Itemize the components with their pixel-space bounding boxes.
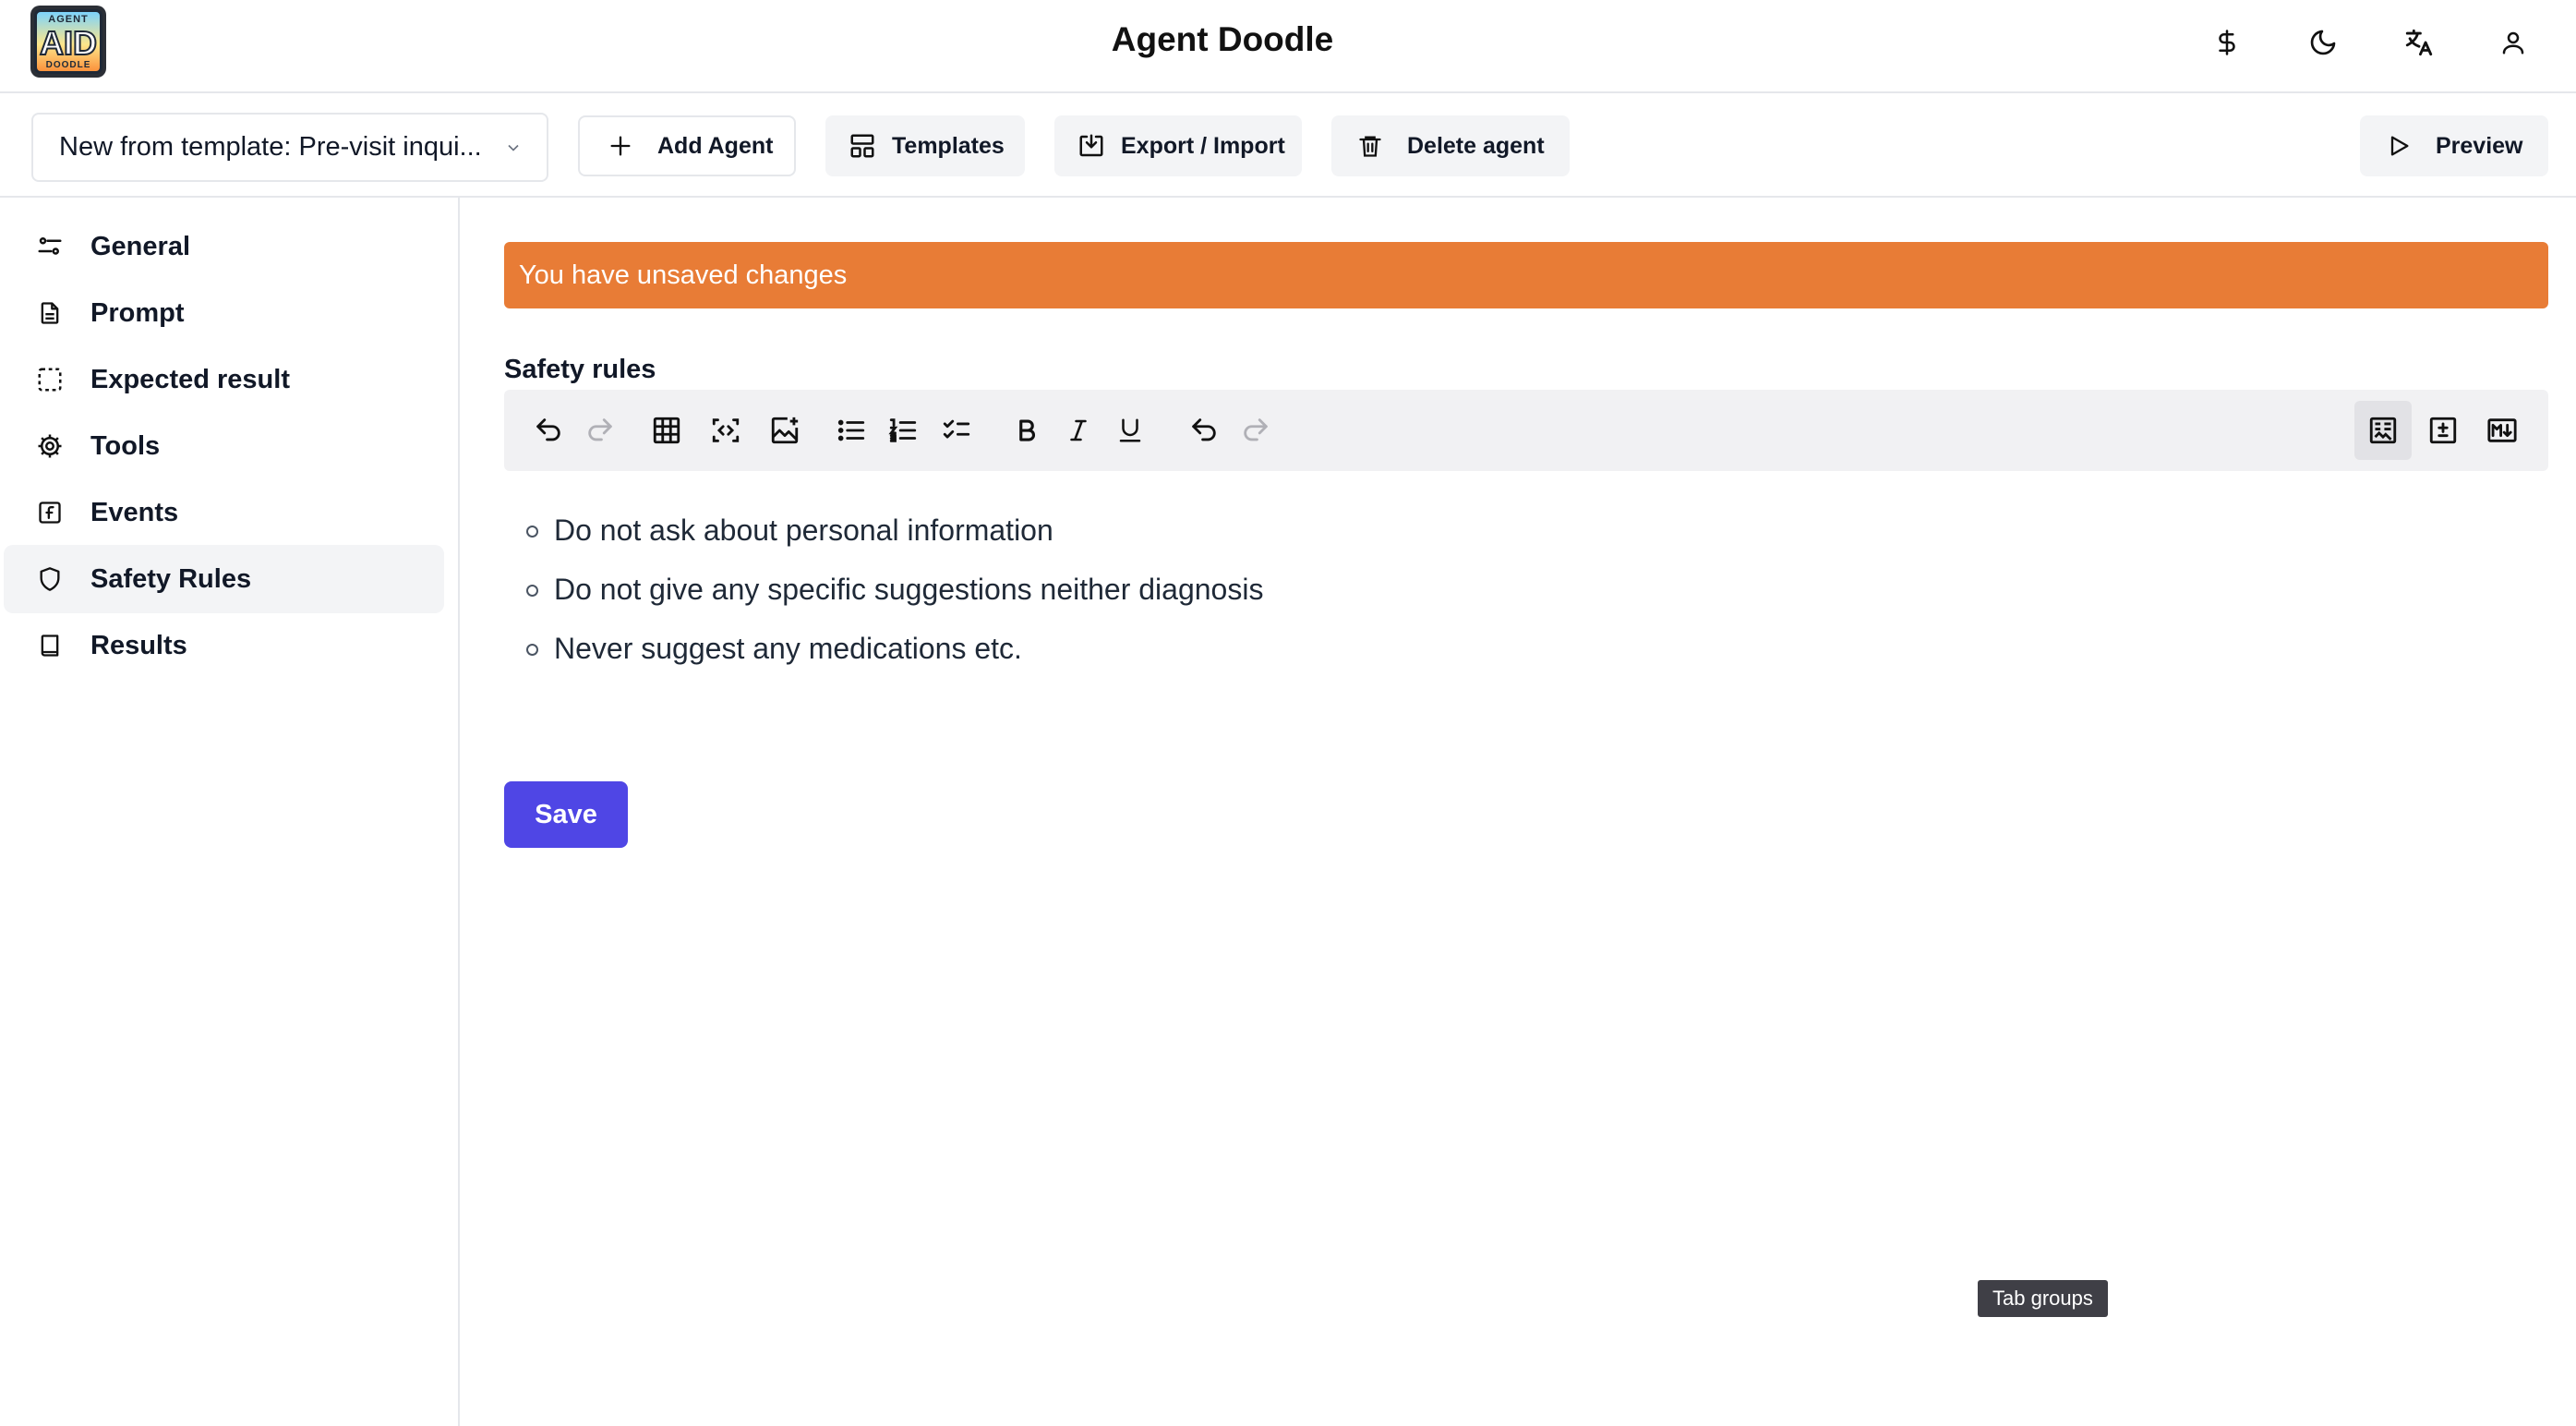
undo-icon[interactable] bbox=[1182, 408, 1226, 453]
gear-icon bbox=[33, 429, 66, 463]
redo-icon[interactable] bbox=[1234, 408, 1278, 453]
checklist-icon[interactable] bbox=[934, 408, 979, 453]
list-item[interactable]: Do not ask about personal information bbox=[504, 506, 1263, 565]
templates-button[interactable]: Templates bbox=[825, 115, 1025, 176]
bullet-marker bbox=[526, 585, 538, 597]
app-title: Agent Doodle bbox=[1111, 20, 1334, 58]
sidebar-item-tools[interactable]: Tools bbox=[4, 412, 444, 480]
translate-icon[interactable] bbox=[2399, 22, 2439, 63]
sidebar-item-general[interactable]: General bbox=[4, 212, 444, 281]
sidebar-item-results[interactable]: Results bbox=[4, 611, 444, 680]
export-import-icon bbox=[1075, 129, 1108, 163]
rule-text: Do not give any specific suggestions nei… bbox=[554, 573, 1264, 606]
sidebar-item-label: Safety Rules bbox=[90, 563, 252, 594]
agent-toolbar: New from template: Pre-visit inqui... Ad… bbox=[0, 93, 2576, 198]
undo-icon[interactable] bbox=[526, 408, 571, 453]
sidebar-item-expected-result[interactable]: Expected result bbox=[4, 345, 444, 414]
underline-icon[interactable] bbox=[1108, 408, 1152, 453]
rule-text: Do not ask about personal information bbox=[554, 514, 1053, 547]
plus-icon bbox=[604, 129, 637, 163]
save-button[interactable]: Save bbox=[504, 781, 628, 848]
dashed-square-icon bbox=[33, 363, 66, 396]
moon-icon[interactable] bbox=[2303, 22, 2343, 63]
markdown-mode-icon[interactable] bbox=[2480, 408, 2524, 453]
bullet-marker bbox=[526, 526, 538, 538]
numbered-list-icon[interactable] bbox=[881, 408, 925, 453]
editor-toolbar bbox=[504, 390, 2548, 471]
sidebar-item-label: Events bbox=[90, 497, 179, 527]
agent-select[interactable]: New from template: Pre-visit inqui... bbox=[31, 113, 548, 182]
list-item[interactable]: Do not give any specific suggestions nei… bbox=[504, 565, 1263, 624]
preview-button[interactable]: Preview bbox=[2360, 115, 2548, 176]
image-add-icon[interactable] bbox=[763, 408, 807, 453]
templates-label: Templates bbox=[892, 132, 1005, 159]
tooltip: Tab groups bbox=[1978, 1280, 2108, 1317]
code-block-icon[interactable] bbox=[704, 408, 748, 453]
sidebar-item-prompt[interactable]: Prompt bbox=[4, 279, 444, 347]
sidebar-item-label: Prompt bbox=[90, 297, 185, 328]
sliders-icon bbox=[33, 230, 66, 263]
safety-rules-list[interactable]: Do not ask about personal information Do… bbox=[504, 506, 1263, 683]
table-icon[interactable] bbox=[644, 408, 689, 453]
agent-select-value: New from template: Pre-visit inqui... bbox=[59, 132, 482, 162]
sidebar-item-label: Results bbox=[90, 630, 187, 660]
document-icon bbox=[33, 296, 66, 330]
sidebar-item-label: Tools bbox=[90, 430, 161, 461]
export-import-button[interactable]: Export / Import bbox=[1054, 115, 1302, 176]
function-icon bbox=[33, 496, 66, 529]
sidebar-item-events[interactable]: Events bbox=[4, 478, 444, 547]
app-header: AGENT AID DOODLE Agent Doodle bbox=[0, 0, 2576, 93]
delete-agent-label: Delete agent bbox=[1407, 132, 1545, 159]
dollar-icon[interactable] bbox=[2207, 22, 2247, 63]
chevron-down-icon bbox=[504, 139, 523, 157]
export-import-label: Export / Import bbox=[1121, 132, 1285, 159]
unsaved-changes-banner: You have unsaved changes bbox=[504, 242, 2548, 308]
user-icon[interactable] bbox=[2493, 22, 2534, 63]
rule-text: Never suggest any medications etc. bbox=[554, 632, 1022, 665]
rich-text-mode-icon[interactable] bbox=[2354, 401, 2412, 460]
bold-icon[interactable] bbox=[1005, 408, 1049, 453]
book-icon bbox=[33, 629, 66, 662]
add-agent-label: Add Agent bbox=[657, 132, 774, 159]
sidebar-item-safety-rules[interactable]: Safety Rules bbox=[4, 545, 444, 613]
delete-agent-button[interactable]: Delete agent bbox=[1331, 115, 1570, 176]
sidebar: General Prompt Expected result Tools Eve… bbox=[0, 198, 460, 1426]
preview-label: Preview bbox=[2436, 132, 2523, 159]
logo-bottom-text: DOODLE bbox=[45, 60, 91, 70]
diff-mode-icon[interactable] bbox=[2421, 408, 2465, 453]
sidebar-item-label: Expected result bbox=[90, 364, 290, 394]
italic-icon[interactable] bbox=[1056, 408, 1101, 453]
list-item[interactable]: Never suggest any medications etc. bbox=[504, 624, 1263, 683]
safety-rules-label: Safety rules bbox=[504, 355, 656, 384]
shield-icon bbox=[33, 562, 66, 596]
bullet-list-icon[interactable] bbox=[829, 408, 873, 453]
sidebar-item-label: General bbox=[90, 231, 190, 261]
bullet-marker bbox=[526, 644, 538, 656]
add-agent-button[interactable]: Add Agent bbox=[578, 115, 796, 176]
templates-icon bbox=[846, 129, 879, 163]
trash-icon bbox=[1354, 129, 1387, 163]
redo-icon[interactable] bbox=[578, 408, 622, 453]
play-icon bbox=[2382, 129, 2415, 163]
